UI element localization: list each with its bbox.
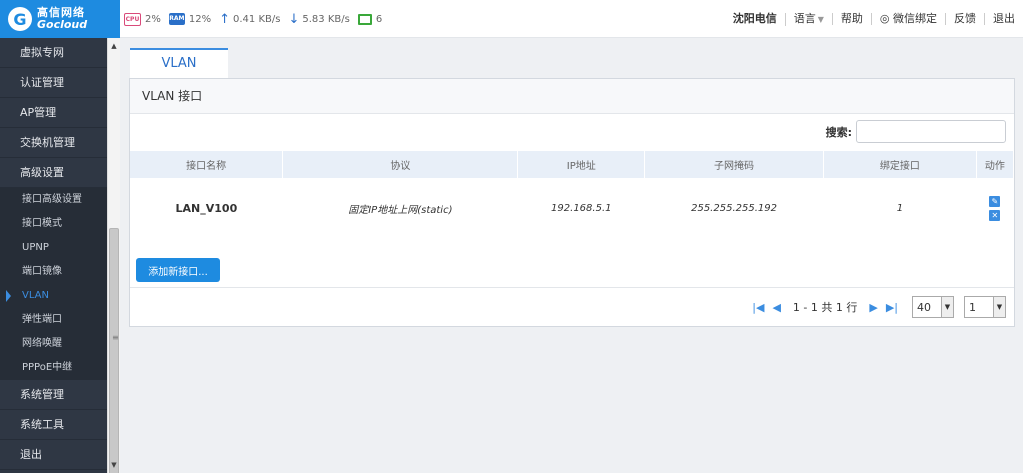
- download-arrow-icon: ↓: [288, 11, 300, 27]
- table-header: 接口名称 协议 IP地址 子网掩码 绑定接口 动作: [130, 151, 1015, 178]
- col-bind[interactable]: 绑定接口: [823, 151, 977, 178]
- cpu-value: 2%: [145, 13, 161, 25]
- sidebar-sub-wol[interactable]: 网络唤醒: [0, 332, 107, 356]
- sidebar-item-exit[interactable]: 退出: [0, 440, 107, 470]
- search-input[interactable]: [856, 120, 1006, 143]
- cloud-logo-icon: G: [8, 7, 32, 31]
- edit-icon[interactable]: ✎: [989, 195, 1001, 207]
- prev-page-icon[interactable]: ◀: [772, 301, 780, 314]
- ram-value: 12%: [188, 13, 212, 25]
- tab-vlan[interactable]: VLAN: [130, 48, 228, 78]
- cpu-status: CPU 2%: [124, 12, 161, 26]
- download-value: 5.83 KB/s: [302, 13, 350, 25]
- sidebar-item-ap[interactable]: AP管理: [0, 98, 107, 128]
- sidebar-item-system[interactable]: 系统管理: [0, 380, 107, 410]
- page-number-select[interactable]: 1 ▼: [964, 296, 1006, 318]
- sidebar-sub-pppoe-relay[interactable]: PPPoE中继: [0, 356, 107, 380]
- scroll-thumb[interactable]: ≡: [109, 228, 119, 473]
- cpu-icon: CPU: [124, 12, 141, 26]
- col-ip[interactable]: IP地址: [517, 151, 646, 178]
- status-bar: CPU 2% RAM 12% ↑ 0.41 KB/s ↓ 5.83 KB/s 6: [124, 0, 390, 38]
- sidebar-sub-vlan[interactable]: VLAN: [0, 284, 107, 308]
- pager: |◀ ◀ 1 - 1 共 1 行 ▶ ▶| 40 ▼ 1 ▼: [748, 296, 1006, 318]
- help-link[interactable]: 帮助: [831, 13, 871, 25]
- scroll-down-icon[interactable]: ▼: [108, 459, 120, 471]
- col-mask[interactable]: 子网掩码: [644, 151, 824, 178]
- page-size-select[interactable]: 40 ▼: [912, 296, 954, 318]
- sidebar-sub-elastic-port[interactable]: 弹性端口: [0, 308, 107, 332]
- panel-title: VLAN 接口: [130, 79, 1014, 114]
- table-row: LAN_V100 固定IP地址上网(static) 192.168.5.1 25…: [130, 178, 1014, 238]
- sidebar-item-switch[interactable]: 交换机管理: [0, 128, 107, 158]
- add-interface-button[interactable]: 添加新接口...: [136, 258, 220, 282]
- cell-name: LAN_V100: [175, 201, 238, 215]
- download-status: ↓ 5.83 KB/s: [288, 12, 349, 27]
- cell-protocol: 固定IP地址上网(static): [348, 204, 453, 216]
- pager-info: 1 - 1 共 1 行: [792, 301, 858, 314]
- search-row: 搜索:: [826, 120, 1006, 143]
- sidebar-item-tools[interactable]: 系统工具: [0, 410, 107, 440]
- last-page-icon[interactable]: ▶|: [886, 301, 898, 314]
- col-interface-name[interactable]: 接口名称: [130, 151, 284, 178]
- grip-icon: ≡: [112, 333, 119, 342]
- sidebar-item-vpn[interactable]: 虚拟专网: [0, 38, 107, 68]
- ram-status: RAM 12%: [168, 13, 212, 25]
- advanced-submenu: 接口高级设置 接口模式 UPNP 端口镜像 VLAN 弹性端口 网络唤醒 PPP…: [0, 188, 107, 380]
- device-status[interactable]: 6: [357, 13, 383, 25]
- device-count: 6: [375, 13, 383, 25]
- scroll-up-icon[interactable]: ▲: [108, 40, 120, 52]
- monitor-icon: [357, 13, 372, 25]
- cell-mask: 255.255.255.192: [691, 202, 777, 214]
- sidebar-sub-interface-mode[interactable]: 接口模式: [0, 212, 107, 236]
- pager-divider: [130, 287, 1014, 288]
- isp-name: 沈阳电信: [732, 12, 777, 25]
- logo-en: Gocloud: [37, 18, 88, 31]
- top-nav: 沈阳电信 语言 ▼ 帮助 ◎ 微信绑定 反馈 退出: [725, 0, 1023, 38]
- sidebar: 虚拟专网 认证管理 AP管理 交换机管理 高级设置 接口高级设置 接口模式 UP…: [0, 38, 107, 473]
- upload-status: ↑ 0.41 KB/s: [219, 12, 280, 27]
- delete-icon[interactable]: ✕: [989, 209, 1001, 221]
- upload-arrow-icon: ↑: [219, 11, 231, 27]
- col-action: 动作: [976, 151, 1015, 178]
- cell-actions: ✎ ✕: [976, 178, 1013, 238]
- chevron-down-icon: ▼: [941, 297, 953, 317]
- caret-down-icon: ▼: [817, 14, 824, 24]
- ram-icon: RAM: [168, 13, 185, 25]
- sidebar-sub-interface-advanced[interactable]: 接口高级设置: [0, 188, 107, 212]
- col-protocol[interactable]: 协议: [282, 151, 519, 178]
- cell-bind: 1: [896, 202, 904, 214]
- search-label: 搜索:: [825, 125, 852, 139]
- chevron-down-icon: ▼: [993, 297, 1005, 317]
- top-bar: G 高信网络 Gocloud CPU 2% RAM 12% ↑ 0.41 KB/…: [0, 0, 1023, 38]
- next-page-icon[interactable]: ▶: [869, 301, 877, 314]
- first-page-icon[interactable]: |◀: [752, 301, 764, 314]
- wechat-bind-link[interactable]: ◎ 微信绑定: [870, 12, 945, 25]
- logo[interactable]: G 高信网络 Gocloud: [0, 0, 120, 38]
- cell-ip: 192.168.5.1: [551, 202, 612, 214]
- vlan-panel: VLAN 接口 搜索: 接口名称 协议 IP地址 子网掩码 绑定接口 动作 LA…: [129, 78, 1015, 327]
- wechat-icon: ◎: [879, 12, 893, 25]
- sidebar-item-auth[interactable]: 认证管理: [0, 68, 107, 98]
- vlan-table: 接口名称 协议 IP地址 子网掩码 绑定接口 动作 LAN_V100 固定IP地…: [130, 151, 1015, 238]
- sidebar-sub-upnp[interactable]: UPNP: [0, 236, 107, 260]
- language-menu[interactable]: 语言 ▼: [784, 12, 832, 26]
- sidebar-sub-port-mirror[interactable]: 端口镜像: [0, 260, 107, 284]
- logout-link[interactable]: 退出: [984, 13, 1023, 25]
- feedback-link[interactable]: 反馈: [945, 13, 984, 25]
- upload-value: 0.41 KB/s: [233, 13, 281, 25]
- sidebar-scrollbar[interactable]: ▲ ≡ ▼: [107, 38, 120, 473]
- sidebar-item-advanced[interactable]: 高级设置: [0, 158, 107, 188]
